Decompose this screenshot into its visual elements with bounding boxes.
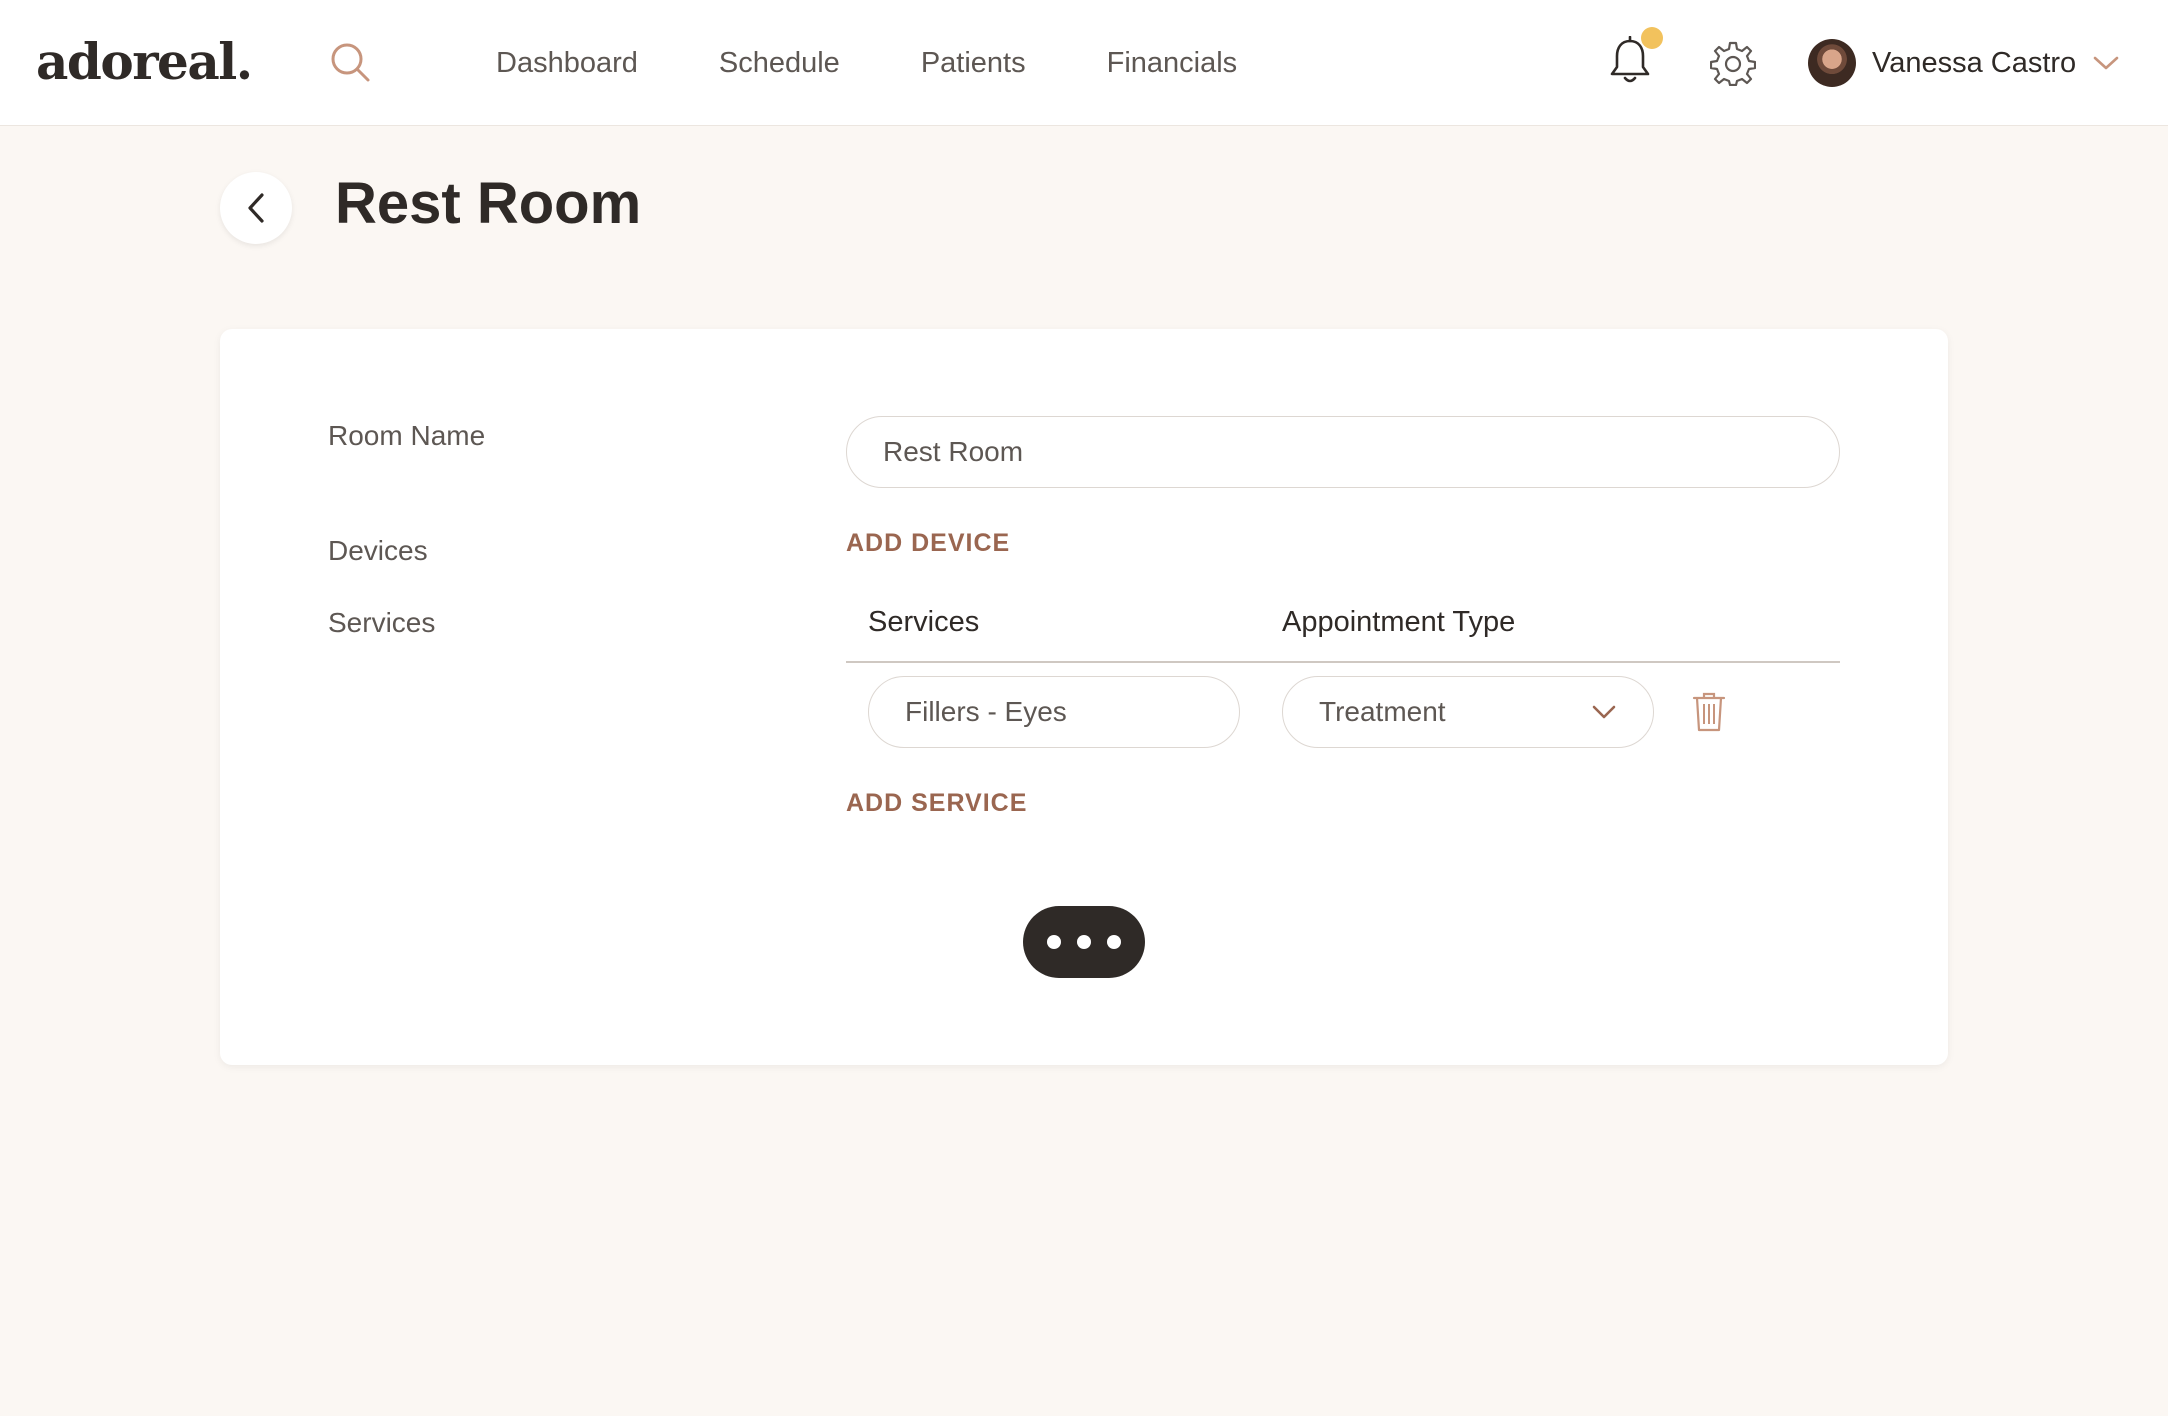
delete-service-button[interactable] [1692, 691, 1726, 733]
gear-icon [1709, 41, 1757, 87]
more-dots-icon [1047, 935, 1061, 949]
services-label: Services [328, 607, 436, 638]
page-title: Rest Room [335, 171, 642, 236]
main-nav: Dashboard Schedule Patients Financials [496, 0, 1318, 126]
trash-icon [1692, 692, 1726, 732]
more-dots-icon [1107, 935, 1121, 949]
table-divider [846, 661, 1840, 663]
devices-label: Devices [328, 535, 428, 566]
notification-badge [1641, 27, 1663, 49]
more-options-button[interactable] [1023, 906, 1145, 978]
nav-financials[interactable]: Financials [1107, 47, 1238, 80]
more-dots-icon [1077, 935, 1091, 949]
brand-logo[interactable]: adoreal. [36, 32, 253, 91]
room-form-card: Room Name Devices ADD DEVICE Services Se… [220, 329, 1948, 1065]
search-button[interactable] [328, 40, 374, 86]
nav-schedule[interactable]: Schedule [719, 47, 840, 80]
room-name-input[interactable] [846, 416, 1840, 488]
nav-patients[interactable]: Patients [921, 47, 1026, 80]
appointment-type-value: Treatment [1319, 696, 1446, 727]
chevron-left-icon [248, 193, 264, 223]
back-button[interactable] [220, 172, 292, 244]
add-service-link[interactable]: ADD SERVICE [846, 789, 1027, 818]
service-name-input[interactable] [868, 676, 1240, 748]
services-column-header: Services [868, 606, 980, 638]
nav-dashboard[interactable]: Dashboard [496, 47, 638, 80]
appointment-type-column-header: Appointment Type [1282, 606, 1516, 638]
avatar [1808, 39, 1856, 87]
chevron-down-icon [2093, 56, 2119, 70]
search-icon [331, 43, 370, 82]
chevron-down-icon [1592, 705, 1616, 719]
top-nav-bar: adoreal. Dashboard Schedule Patients Fin… [0, 0, 2168, 126]
settings-button[interactable] [1709, 40, 1757, 87]
user-name: Vanessa Castro [1872, 46, 2077, 79]
add-device-link[interactable]: ADD DEVICE [846, 529, 1010, 558]
appointment-type-select[interactable]: Treatment [1282, 676, 1654, 748]
user-menu[interactable]: Vanessa Castro [1808, 38, 2120, 88]
room-name-label: Room Name [328, 420, 486, 451]
